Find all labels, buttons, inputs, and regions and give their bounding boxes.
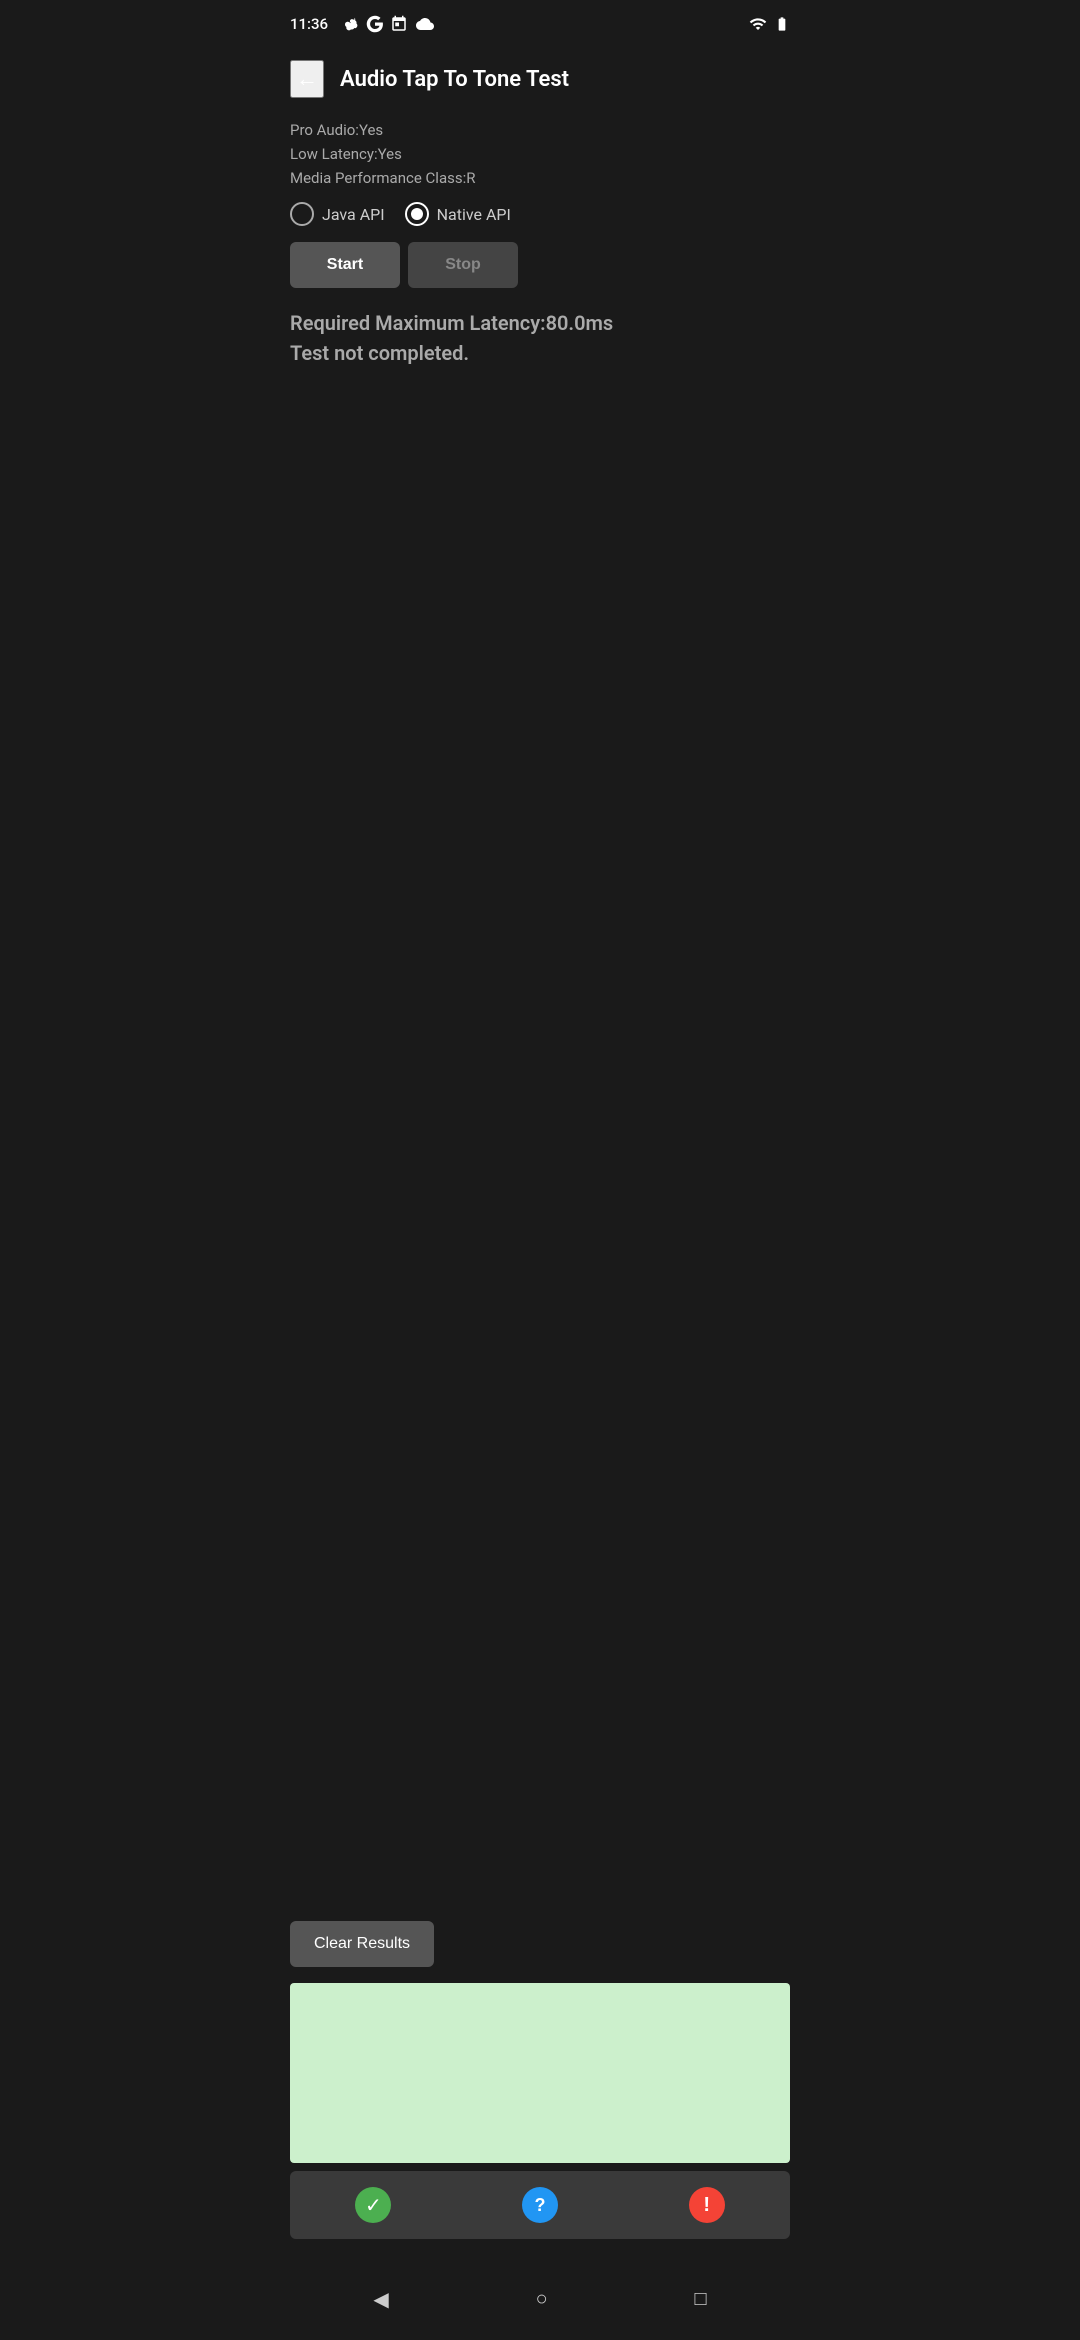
- java-api-radio[interactable]: Java API: [290, 202, 385, 226]
- api-radio-group: Java API Native API: [290, 202, 790, 226]
- clear-results-button[interactable]: Clear Results: [290, 1921, 434, 1967]
- header: ← Audio Tap To Tone Test: [270, 44, 810, 110]
- exclamation-icon: !: [689, 2187, 725, 2223]
- fan-icon: [342, 15, 360, 33]
- status-icons-row: ✓ ? !: [290, 2171, 790, 2239]
- info-section: Pro Audio:Yes Low Latency:Yes Media Perf…: [290, 118, 790, 190]
- navigation-bar: ◀ ○ □: [270, 2267, 810, 2340]
- nav-back-button[interactable]: ◀: [353, 2279, 408, 2320]
- question-icon: ?: [522, 2187, 558, 2223]
- status-bar: 11:36: [270, 0, 810, 44]
- pass-button[interactable]: ✓: [290, 2171, 457, 2239]
- calendar-icon: [390, 15, 408, 33]
- check-icon: ✓: [355, 2187, 391, 2223]
- nav-recent-button[interactable]: □: [674, 2280, 726, 2319]
- native-radio-inner: [411, 208, 423, 220]
- wifi-icon: [748, 15, 768, 33]
- native-api-radio[interactable]: Native API: [405, 202, 511, 226]
- result-line1: Required Maximum Latency:80.0ms: [290, 308, 790, 338]
- status-time: 11:36: [290, 15, 328, 33]
- java-radio-outer: [290, 202, 314, 226]
- start-button[interactable]: Start: [290, 242, 400, 288]
- native-api-label: Native API: [437, 205, 511, 224]
- google-icon: [366, 15, 384, 33]
- media-perf-info: Media Performance Class:R: [290, 166, 790, 190]
- waveform-display: [290, 1983, 790, 2163]
- control-buttons: Start Stop: [290, 242, 790, 288]
- back-button[interactable]: ←: [290, 60, 324, 98]
- java-api-label: Java API: [322, 205, 385, 224]
- native-radio-outer: [405, 202, 429, 226]
- pro-audio-info: Pro Audio:Yes: [290, 118, 790, 142]
- result-section: Required Maximum Latency:80.0ms Test not…: [290, 308, 790, 368]
- warning-button[interactable]: !: [623, 2171, 790, 2239]
- nav-home-button[interactable]: ○: [516, 2280, 568, 2319]
- status-icons-right: [748, 15, 790, 33]
- cloud-icon: [414, 15, 436, 33]
- battery-icon: [774, 15, 790, 33]
- main-content: Pro Audio:Yes Low Latency:Yes Media Perf…: [270, 110, 810, 2267]
- info-button[interactable]: ?: [457, 2171, 624, 2239]
- stop-button[interactable]: Stop: [408, 242, 518, 288]
- page-title: Audio Tap To Tone Test: [340, 67, 569, 92]
- low-latency-info: Low Latency:Yes: [290, 142, 790, 166]
- result-line2: Test not completed.: [290, 338, 790, 368]
